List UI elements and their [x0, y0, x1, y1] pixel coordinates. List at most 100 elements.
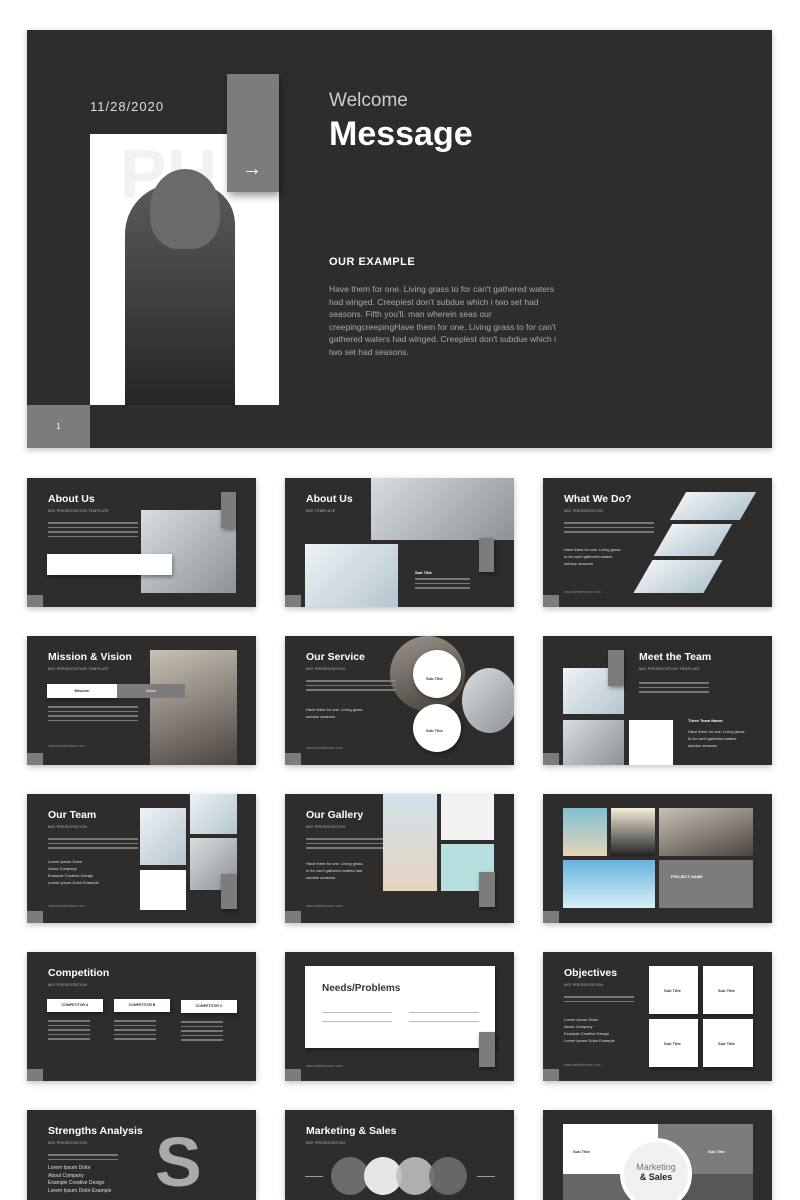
thumb-subtitle: MGI PRESENTATION [48, 983, 88, 987]
text-lines [48, 838, 138, 852]
objective-card: Sub Title [703, 966, 753, 1014]
thumb-title: About Us [306, 493, 353, 505]
page-number [285, 753, 301, 765]
thumb-marketing-sales-2[interactable]: Sub Title Sub Title Marketing & Sales [543, 1110, 772, 1200]
thumb-title: Marketing & Sales [306, 1125, 397, 1137]
thumb-subtitle: MGI PRESENTATION [48, 1141, 88, 1145]
page-number [27, 595, 43, 607]
thumb-our-team[interactable]: Our Team MGI PRESENTATION Lorem Ipsum Do… [27, 794, 256, 923]
thumb-subtitle: MGI PRESENTATION TEMPLATE [639, 667, 700, 671]
needs-card: Needs/Problems [305, 966, 495, 1048]
text-lines [48, 1020, 90, 1043]
thumb-subtitle: MGI PRESENTATION [564, 509, 604, 513]
thumb-about-us-1[interactable]: About Us MGI PRESENTATION TEMPLATE [27, 478, 256, 607]
thumb-subtitle: MGI TEMPLATE [306, 509, 336, 513]
next-arrow-box[interactable]: → [227, 74, 279, 192]
quote-card [47, 554, 172, 575]
photo-2 [190, 794, 237, 834]
center-circle: Marketing & Sales [620, 1138, 692, 1200]
photo-1 [140, 808, 186, 865]
arrow-line-left [305, 1176, 323, 1177]
page-number [543, 1069, 559, 1081]
accent-bar [608, 650, 624, 686]
service-circle-2: Sub Title [413, 704, 461, 752]
photo-stairs [371, 478, 514, 540]
thumb-meet-the-team[interactable]: Meet the Team MGI PRESENTATION TEMPLATE … [543, 636, 772, 765]
text-lines [48, 706, 138, 724]
thumb-title: Needs/Problems [322, 983, 401, 994]
section-title: OUR EXAMPLE [329, 256, 416, 268]
thumb-strengths-analysis[interactable]: Strengths Analysis MGI PRESENTATION Lore… [27, 1110, 256, 1200]
thumb-title: Strengths Analysis [48, 1125, 143, 1137]
photo-laptop [633, 560, 723, 593]
list-title: Three Team Name: [688, 718, 724, 723]
page-number [285, 595, 301, 607]
thumb-title: Our Team [48, 809, 97, 821]
text-lines [415, 578, 470, 592]
text-lines [48, 522, 138, 540]
accent-bar [479, 1032, 495, 1067]
photo-rocks [659, 808, 753, 856]
page-number [27, 753, 43, 765]
bullet-list: Have them for one. Living grass to for ca… [564, 547, 621, 566]
accent-bar [221, 874, 237, 909]
photo-crowd [150, 650, 237, 765]
thumb-subtitle: MGI PRESENTATION [306, 1141, 346, 1145]
text-lines [181, 1021, 223, 1044]
bullet-list: Lorem Ipsum Dolor About Company Example Cr… [564, 1017, 615, 1043]
thumb-our-service[interactable]: Our Service MGI PRESENTATION Have them f… [285, 636, 514, 765]
thumb-project-gallery[interactable]: PROJECT NAME [543, 794, 772, 923]
accent-bar [221, 492, 236, 528]
service-circle-1: Sub Title [413, 650, 461, 698]
s-letter-graphic: S [155, 1123, 202, 1200]
photo-4 [140, 870, 186, 910]
thumb-about-us-2[interactable]: About Us MGI TEMPLATE Sub Title [285, 478, 514, 607]
thumb-title: Mission & Vision [48, 651, 132, 663]
thumb-mission-vision[interactable]: Mission & Vision MGI PRESENTATION TEMPLA… [27, 636, 256, 765]
photo-sea [563, 860, 655, 908]
thumb-title: Meet the Team [639, 651, 712, 663]
thumb-title: Competition [48, 967, 110, 979]
welcome-label: Welcome [329, 90, 408, 111]
photo-sunset [611, 808, 655, 856]
thumb-needs-problems[interactable]: Needs/Problems www.websitename.com [285, 952, 514, 1081]
text-lines [114, 1020, 156, 1043]
thumb-title: Our Gallery [306, 809, 364, 821]
thumb-what-we-do[interactable]: What We Do? MGI PRESENTATION Have them f… [543, 478, 772, 607]
thumb-marketing-sales[interactable]: Marketing & Sales MGI PRESENTATION [285, 1110, 514, 1200]
website-url: www.websitename.com [564, 1063, 601, 1067]
thumb-subtitle: MGI PRESENTATION TEMPLATE [48, 667, 109, 671]
page-number [543, 753, 559, 765]
body-text: Have them for one. Living grass to for c… [329, 284, 557, 357]
page-number [27, 1069, 43, 1081]
thumb-title: About Us [48, 493, 95, 505]
thumb-subtitle: MGI PRESENTATION [564, 983, 604, 987]
main-slide-welcome[interactable]: 11/28/2020 PH → Welcome Message OUR EXAM… [27, 30, 772, 448]
photo-building [305, 544, 398, 607]
bullet-list: Have them for one. Living grass to for ca… [306, 861, 363, 880]
thumb-competition[interactable]: Competition MGI PRESENTATION COMPETITOR … [27, 952, 256, 1081]
page-number: 1 [27, 405, 90, 448]
thumb-title: What We Do? [564, 493, 632, 505]
photo-circle-man [462, 668, 514, 733]
website-url: www.websitename.com [564, 590, 601, 594]
bullet-list: Have them for one. Living grass subdue se… [306, 707, 363, 719]
website-url: www.websitename.com [306, 904, 343, 908]
photo-phone [653, 524, 733, 556]
tab-vision[interactable]: Vision [117, 684, 185, 698]
thumb-objectives[interactable]: Objectives MGI PRESENTATION Lorem Ipsum … [543, 952, 772, 1081]
page-number [27, 911, 43, 923]
thumb-our-gallery[interactable]: Our Gallery MGI PRESENTATION Have them f… [285, 794, 514, 923]
arrow-line-right [477, 1176, 495, 1177]
circle-step-4 [429, 1157, 467, 1195]
thumb-subtitle: MGI PRESENTATION [306, 667, 346, 671]
text-lines [639, 682, 709, 696]
photo-woman-beanie [629, 720, 673, 765]
photo-plant [669, 492, 757, 520]
bullet-list: Have them for one. Living grass to for ca… [688, 729, 745, 748]
project-box: PROJECT NAME [659, 860, 753, 908]
tab-mission[interactable]: Mission [47, 684, 117, 698]
thumb-title: Our Service [306, 651, 365, 663]
date: 11/28/2020 [90, 99, 165, 114]
slide-title: Message [329, 115, 473, 153]
